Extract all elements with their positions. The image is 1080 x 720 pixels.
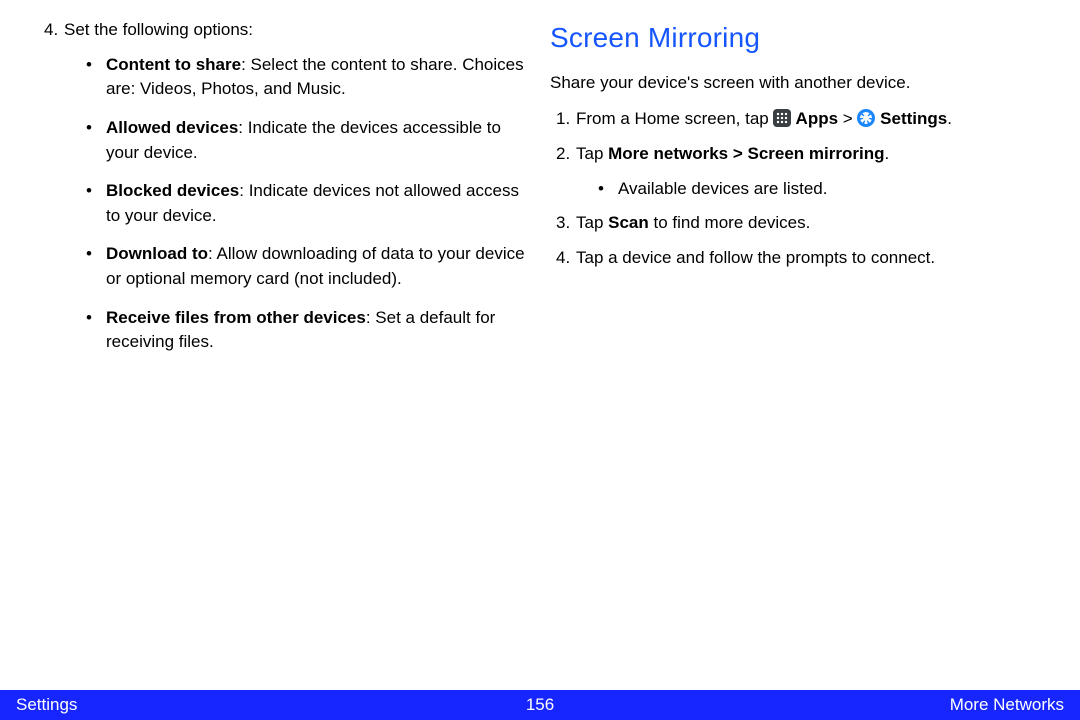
step2-sub-text: Available devices are listed. <box>618 179 827 198</box>
step1-apps-label: Apps <box>791 109 838 128</box>
left-column: 4.Set the following options: •Content to… <box>20 18 530 369</box>
step1-pre: From a Home screen, tap <box>576 109 773 128</box>
step1-settings-label: Settings <box>875 109 947 128</box>
page-footer: Settings 156 More Networks <box>0 690 1080 720</box>
step3-post: to find more devices. <box>649 213 811 232</box>
section-heading: Screen Mirroring <box>550 18 1060 59</box>
bullet-dot-icon: • <box>86 179 106 204</box>
step1-end: . <box>947 109 952 128</box>
step2-pre: Tap <box>576 144 608 163</box>
bullet-term: Receive files from other devices <box>106 308 366 327</box>
bullet-term: Download to <box>106 244 208 263</box>
step-line: 1.From a Home screen, tap Apps > Setting… <box>550 107 1060 132</box>
step-number: 2. <box>556 142 576 167</box>
settings-icon <box>857 109 875 127</box>
step-line: 3.Tap Scan to find more devices. <box>550 211 1060 236</box>
bullet-dot-icon: • <box>598 177 618 202</box>
bullet-item: •Download to: Allow downloading of data … <box>20 242 530 291</box>
step-number: 4. <box>556 246 576 271</box>
step1-sep: > <box>838 109 857 128</box>
right-column: Screen Mirroring Share your device's scr… <box>550 18 1060 369</box>
step3-pre: Tap <box>576 213 608 232</box>
manual-page: 4.Set the following options: •Content to… <box>0 0 1080 720</box>
step3-bold: Scan <box>608 213 649 232</box>
section-intro: Share your device's screen with another … <box>550 71 1060 96</box>
step-number: 3. <box>556 211 576 236</box>
footer-left: Settings <box>16 695 77 715</box>
bullet-item: •Content to share: Select the content to… <box>20 53 530 102</box>
step2-end: . <box>884 144 889 163</box>
bullet-term: Content to share <box>106 55 241 74</box>
bullet-term: Blocked devices <box>106 181 239 200</box>
step-number: 4. <box>44 18 64 43</box>
footer-page-number: 156 <box>526 695 554 715</box>
apps-icon <box>773 109 791 127</box>
step4-text: Tap a device and follow the prompts to c… <box>576 248 935 267</box>
bullet-item: •Blocked devices: Indicate devices not a… <box>20 179 530 228</box>
step-number: 1. <box>556 107 576 132</box>
bullet-dot-icon: • <box>86 242 106 267</box>
bullet-dot-icon: • <box>86 53 106 78</box>
step-line: 4.Tap a device and follow the prompts to… <box>550 246 1060 271</box>
bullet-dot-icon: • <box>86 306 106 331</box>
bullet-dot-icon: • <box>86 116 106 141</box>
bullet-term: Allowed devices <box>106 118 238 137</box>
bullet-item: •Allowed devices: Indicate the devices a… <box>20 116 530 165</box>
step4-lead: Set the following options: <box>64 20 253 39</box>
footer-right: More Networks <box>950 695 1064 715</box>
step-line: 2.Tap More networks > Screen mirroring. <box>550 142 1060 167</box>
bullet-item: •Receive files from other devices: Set a… <box>20 306 530 355</box>
step2-bold: More networks > Screen mirroring <box>608 144 884 163</box>
sub-bullet: •Available devices are listed. <box>550 177 1060 202</box>
